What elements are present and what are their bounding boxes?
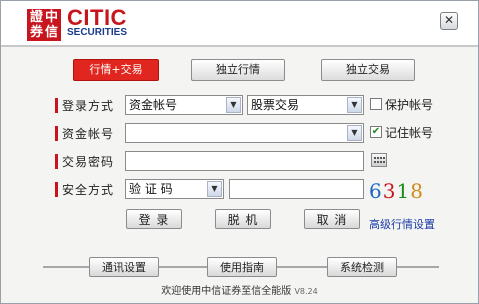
advanced-quote-settings-link[interactable]: 高级行情设置	[369, 218, 435, 232]
network-settings-button[interactable]: 通讯设置	[89, 257, 159, 277]
footer-rule	[159, 266, 207, 268]
chevron-down-icon[interactable]: ▼	[347, 97, 362, 113]
captcha-digit: 1	[396, 179, 411, 203]
login-method-label: 登录方式	[62, 99, 115, 113]
verification-code-input[interactable]	[229, 179, 364, 199]
captcha-image[interactable]: 6318	[369, 180, 425, 202]
status-bar: 欢迎使用中信证券至信全能版 V8.24	[1, 285, 478, 299]
security-method-value: 验 证 码	[129, 182, 173, 196]
protect-account-checkbox[interactable]	[370, 98, 382, 110]
required-marker	[55, 98, 58, 113]
account-type-select[interactable]: 资金帐号 ▼	[125, 95, 243, 115]
captcha-digit: 8	[410, 179, 424, 203]
password-label: 交易密码	[62, 155, 115, 169]
remember-account-label: 记住帐号	[385, 126, 434, 140]
tab-quote-trade[interactable]: 行情+交易	[73, 59, 159, 81]
login-button[interactable]: 登 录	[126, 209, 182, 229]
remember-account-checkbox[interactable]: ✔	[370, 126, 382, 138]
password-input[interactable]	[125, 151, 364, 171]
header: 證 中 券 信 CITIC SECURITIES ✕	[1, 1, 478, 45]
seal-char: 證	[30, 10, 44, 25]
brand-name: CITIC	[67, 5, 127, 30]
password-row: 交易密码	[1, 151, 478, 173]
tab-trade-only[interactable]: 独立交易	[321, 59, 415, 81]
chevron-down-icon[interactable]: ▼	[207, 181, 222, 197]
required-marker	[55, 154, 58, 169]
offline-button[interactable]: 脱 机	[215, 209, 271, 229]
account-type-value: 资金帐号	[129, 98, 178, 112]
brand-subtitle: SECURITIES	[67, 27, 128, 38]
required-marker	[55, 126, 58, 141]
footer-rule	[43, 266, 89, 268]
welcome-text: 欢迎使用中信证券至信全能版	[161, 286, 292, 297]
account-row: 资金帐号 ▼ ✔ 记住帐号	[1, 123, 478, 145]
chevron-down-icon[interactable]: ▼	[347, 125, 362, 141]
citic-seal-logo: 證 中 券 信	[27, 9, 61, 41]
seal-char: 信	[45, 25, 59, 40]
captcha-digit: 3	[382, 179, 397, 203]
user-guide-button[interactable]: 使用指南	[207, 257, 277, 277]
trade-type-value: 股票交易	[251, 98, 300, 112]
required-marker	[55, 182, 58, 197]
close-icon: ✕	[443, 13, 455, 27]
header-divider	[1, 45, 478, 47]
account-input[interactable]: ▼	[125, 123, 364, 143]
footer-rule	[277, 266, 327, 268]
login-method-row: 登录方式 资金帐号 ▼ 股票交易 ▼ 保护帐号	[1, 95, 478, 117]
seal-char: 中	[45, 10, 59, 25]
footer-rule	[397, 266, 439, 268]
captcha-digit: 6	[369, 179, 383, 203]
account-label: 资金帐号	[62, 127, 115, 141]
security-label: 安全方式	[62, 183, 115, 197]
seal-char: 券	[30, 25, 44, 40]
trade-type-select[interactable]: 股票交易 ▼	[247, 95, 364, 115]
keyboard-icon[interactable]	[371, 153, 387, 167]
version-label: V8.24	[294, 287, 318, 296]
tab-quote-only[interactable]: 独立行情	[191, 59, 285, 81]
protect-account-label: 保护帐号	[385, 98, 434, 112]
system-check-button[interactable]: 系统检测	[327, 257, 397, 277]
login-window: 證 中 券 信 CITIC SECURITIES ✕ 行情+交易 独立行情 独立…	[0, 0, 479, 304]
security-method-select[interactable]: 验 证 码 ▼	[125, 179, 224, 199]
chevron-down-icon[interactable]: ▼	[226, 97, 241, 113]
cancel-button[interactable]: 取 消	[304, 209, 360, 229]
close-button[interactable]: ✕	[440, 12, 458, 30]
